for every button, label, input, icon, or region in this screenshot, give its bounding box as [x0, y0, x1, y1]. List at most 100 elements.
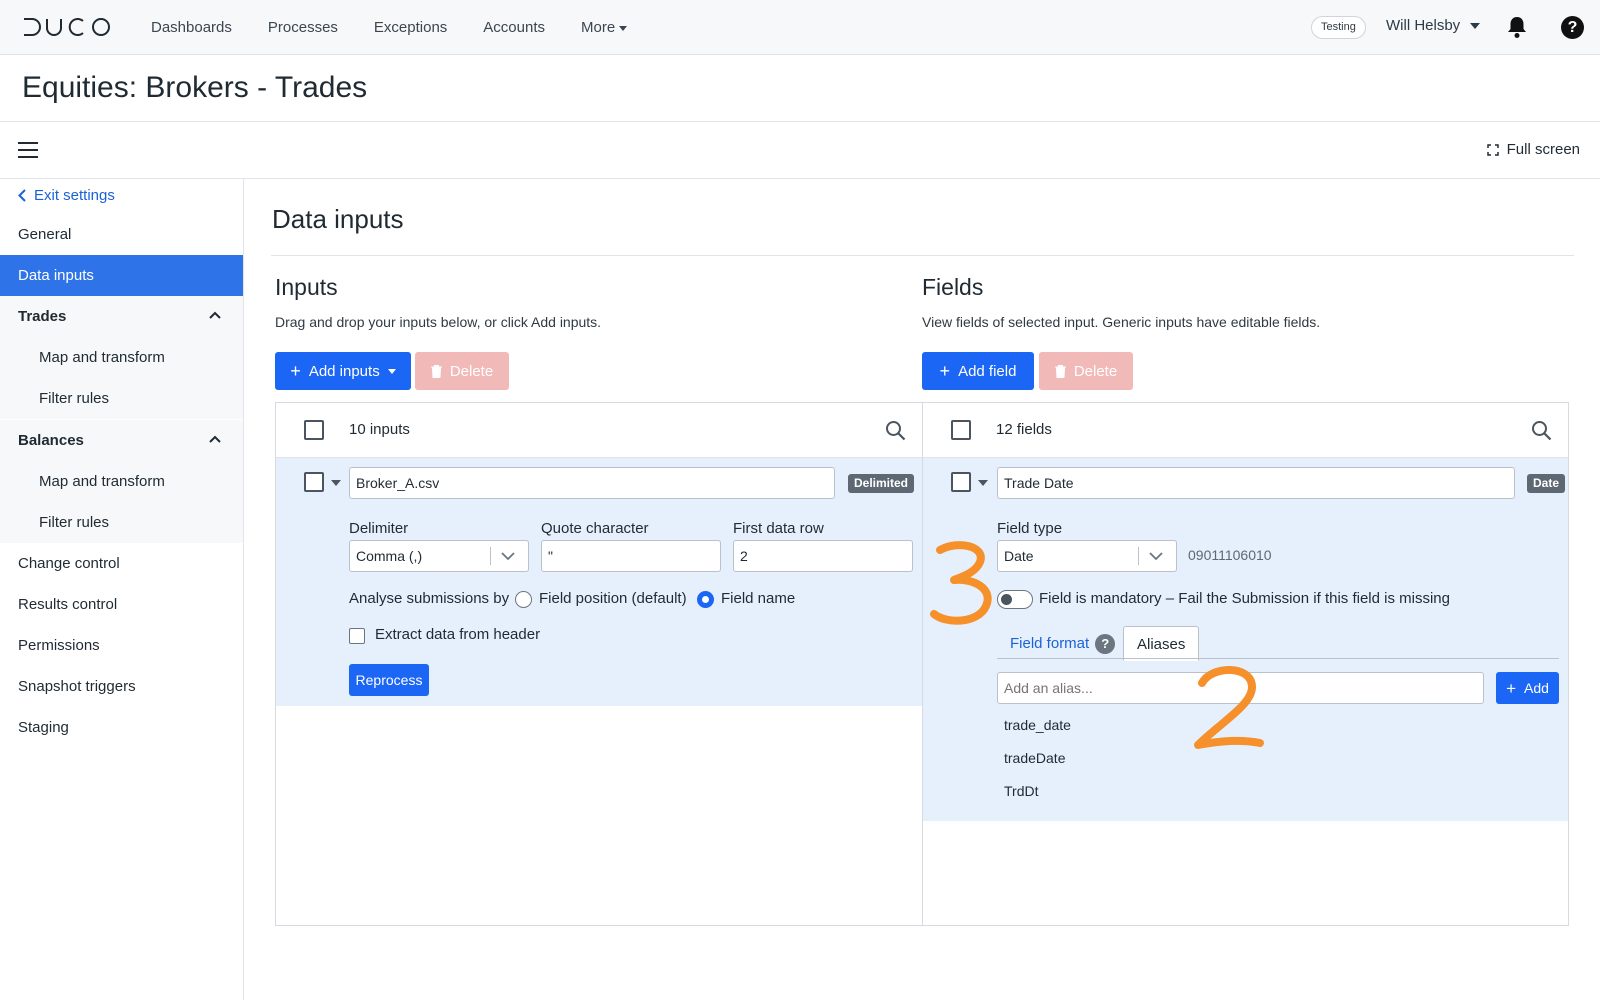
nav-accounts[interactable]: Accounts — [483, 19, 545, 36]
field-row-checkbox[interactable] — [951, 472, 971, 492]
tab-underline — [997, 658, 1559, 659]
select-divider — [490, 547, 491, 565]
fullscreen-label: Full screen — [1506, 141, 1580, 158]
menu-icon[interactable] — [18, 142, 38, 158]
sidebar-item-balances-map[interactable]: Map and transform — [0, 461, 243, 502]
tab-field-format[interactable]: Field format? — [997, 626, 1128, 661]
delete-field-button[interactable]: Delete — [1039, 352, 1133, 390]
mandatory-toggle[interactable] — [997, 590, 1033, 609]
first-data-row-field[interactable]: 2 — [733, 540, 913, 572]
plus-icon: + — [290, 361, 301, 381]
collapse-caret-icon[interactable] — [331, 480, 341, 486]
toggle-knob — [1001, 594, 1012, 605]
delimiter-label: Delimiter — [349, 520, 409, 537]
sidebar-group-label: Trades — [18, 308, 67, 325]
fields-count: 12 fields — [996, 421, 1052, 438]
plus-icon: + — [939, 361, 951, 381]
divider — [271, 255, 1574, 256]
sidebar-item-trades-filter[interactable]: Filter rules — [0, 378, 243, 419]
nav-processes[interactable]: Processes — [268, 19, 338, 36]
field-position-label: Field position (default) — [539, 590, 687, 607]
input-row-expanded: Broker_A.csv Delimited Delimiter Comma (… — [276, 458, 922, 706]
chevron-left-icon — [18, 189, 26, 202]
chevron-down-icon — [1149, 552, 1163, 561]
delimiter-value: Comma (,) — [356, 548, 423, 564]
annotation-number-3 — [930, 541, 992, 625]
bell-icon[interactable] — [1506, 15, 1528, 39]
chevron-up-icon — [209, 435, 221, 443]
sidebar-item-snapshot-triggers[interactable]: Snapshot triggers — [0, 666, 243, 707]
select-all-fields-checkbox[interactable] — [951, 420, 971, 440]
inputs-count: 10 inputs — [349, 421, 410, 438]
inputs-panel-header: 10 inputs — [276, 403, 922, 458]
toolbar: Full screen — [0, 122, 1600, 179]
add-alias-button[interactable]: + Add — [1496, 672, 1559, 704]
user-name: Will Helsby — [1386, 17, 1461, 34]
chevron-down-icon — [1470, 22, 1481, 29]
quote-character-field[interactable]: " — [541, 540, 721, 572]
collapse-caret-icon[interactable] — [978, 480, 988, 486]
logo-icon — [24, 18, 110, 36]
sidebar-item-change-control[interactable]: Change control — [0, 543, 243, 584]
quote-character-label: Quote character — [541, 520, 649, 537]
add-inputs-button[interactable]: + Add inputs — [275, 352, 411, 390]
sidebar-item-staging[interactable]: Staging — [0, 707, 243, 748]
analyse-submissions-label: Analyse submissions by — [349, 590, 510, 607]
sidebar-item-permissions[interactable]: Permissions — [0, 625, 243, 666]
sidebar-item-general[interactable]: General — [0, 214, 243, 255]
sidebar-item-balances-filter[interactable]: Filter rules — [0, 502, 243, 543]
nav-exceptions[interactable]: Exceptions — [374, 19, 447, 36]
trash-icon — [1054, 364, 1066, 378]
field-type-value: Date — [1004, 548, 1034, 564]
search-icon[interactable] — [1531, 420, 1552, 441]
environment-badge: Testing — [1311, 16, 1366, 39]
add-field-button[interactable]: + Add field — [922, 352, 1034, 390]
top-nav: Dashboards Processes Exceptions Accounts… — [0, 0, 1600, 55]
select-all-inputs-checkbox[interactable] — [304, 420, 324, 440]
tab-aliases[interactable]: Aliases — [1123, 626, 1200, 661]
mandatory-label: Field is mandatory – Fail the Submission… — [1039, 590, 1450, 607]
extract-header-checkbox[interactable] — [349, 628, 365, 644]
chevron-down-icon — [501, 552, 515, 561]
chevron-down-icon — [619, 25, 628, 31]
annotation-number-2 — [1194, 666, 1264, 749]
sidebar-group-trades[interactable]: Trades — [0, 296, 243, 337]
reprocess-button[interactable]: Reprocess — [349, 664, 429, 696]
sidebar-group-label: Balances — [18, 432, 84, 449]
nav-more-label: More — [581, 19, 616, 36]
field-name-field[interactable]: Trade Date — [997, 467, 1515, 499]
sidebar-group-balances[interactable]: Balances — [0, 420, 243, 461]
user-menu[interactable]: Will Helsby — [1386, 17, 1481, 34]
sidebar-item-trades-map[interactable]: Map and transform — [0, 337, 243, 378]
plus-icon: + — [1506, 678, 1516, 698]
page-title: Equities: Brokers - Trades — [22, 71, 368, 104]
alias-item: tradeDate — [1004, 750, 1066, 766]
field-type-select[interactable]: Date — [997, 540, 1177, 572]
delete-inputs-button[interactable]: Delete — [415, 352, 509, 390]
nav-dashboards[interactable]: Dashboards — [151, 19, 232, 36]
inputs-panel: 10 inputs Broker_A.csv Delimited Delimit… — [275, 402, 923, 926]
expand-icon — [1486, 143, 1499, 156]
fullscreen-button[interactable]: Full screen — [1486, 141, 1580, 158]
field-type-code: 09011106010 — [1188, 547, 1272, 563]
field-position-radio[interactable] — [515, 591, 532, 608]
sidebar-item-data-inputs[interactable]: Data inputs — [0, 255, 243, 296]
section-heading: Data inputs — [272, 204, 404, 234]
exit-settings-link[interactable]: Exit settings — [18, 187, 115, 204]
chevron-up-icon — [209, 311, 221, 319]
field-name-radio[interactable] — [697, 591, 714, 608]
fields-panel-header: 12 fields — [923, 403, 1568, 458]
delimiter-select[interactable]: Comma (,) — [349, 540, 529, 572]
input-row-checkbox[interactable] — [304, 472, 324, 492]
sidebar-item-results-control[interactable]: Results control — [0, 584, 243, 625]
inputs-description: Drag and drop your inputs below, or clic… — [275, 314, 602, 330]
search-icon[interactable] — [885, 420, 906, 441]
fields-description: View fields of selected input. Generic i… — [922, 314, 1321, 330]
help-icon[interactable]: ? — [1095, 634, 1116, 655]
input-name-field[interactable]: Broker_A.csv — [349, 467, 835, 499]
duco-logo[interactable] — [22, 17, 112, 37]
help-icon[interactable]: ? — [1561, 16, 1584, 39]
alias-item: TrdDt — [1004, 783, 1039, 799]
nav-more[interactable]: More — [581, 19, 628, 36]
field-type-label: Field type — [997, 520, 1063, 537]
